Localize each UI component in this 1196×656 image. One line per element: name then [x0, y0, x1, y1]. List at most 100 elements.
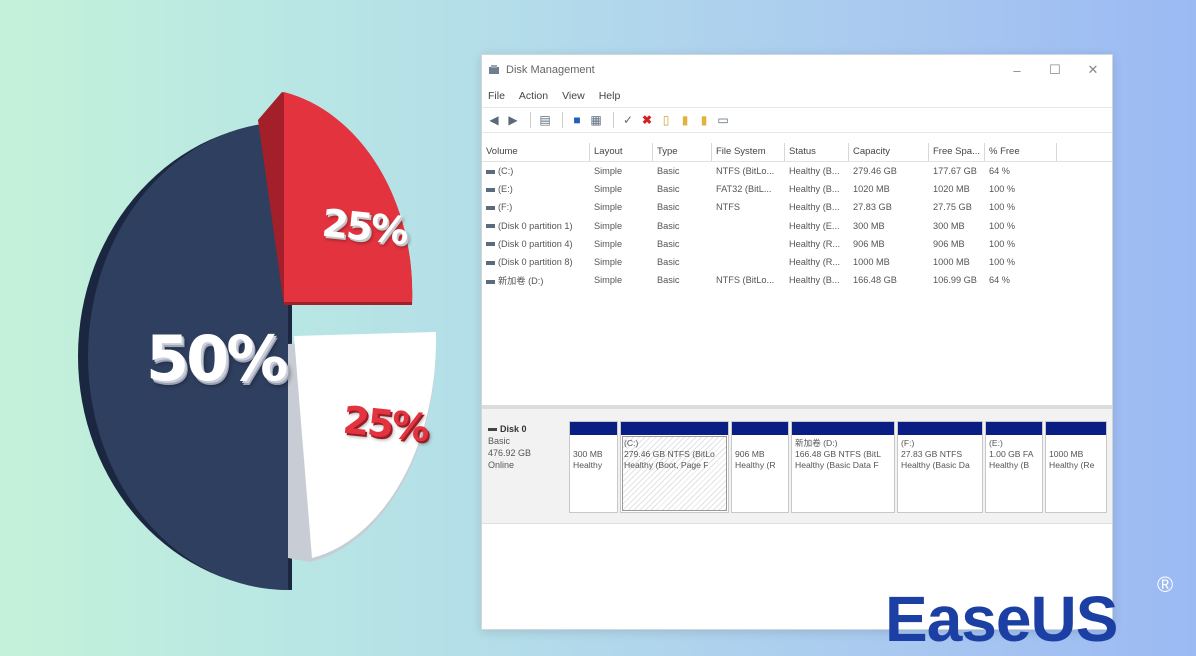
cell-type: Basic	[657, 238, 680, 249]
delete-icon[interactable]: ✖	[639, 112, 655, 128]
cell-layout: Simple	[594, 184, 623, 195]
partition-box[interactable]: 新加卷 (D:) 166.48 GB NTFS (BitL Healthy (Bas…	[791, 421, 895, 513]
cell-percent-free: 64 %	[989, 166, 1010, 177]
disk-management-icon	[489, 65, 499, 74]
document-icon[interactable]: ▯	[658, 112, 674, 128]
minimize-button[interactable]: –	[998, 63, 1036, 78]
table-row[interactable]: (C:) Simple Basic NTFS (BitLo... Healthy (B.…	[482, 162, 1112, 180]
cell-status: Healthy (R...	[789, 257, 841, 268]
col-layout[interactable]: Layout	[590, 143, 653, 161]
back-icon[interactable]: ◀	[486, 112, 502, 128]
partition-color-bar	[732, 422, 788, 435]
menu-help[interactable]: Help	[599, 90, 621, 102]
cell-file-system: NTFS (BitLo...	[716, 166, 775, 177]
partition-line2: Healthy (Basic Da	[901, 460, 970, 470]
partition-box[interactable]: 906 MB Healthy (R	[731, 421, 789, 513]
cell-capacity: 1000 MB	[853, 257, 890, 268]
table-row[interactable]: (Disk 0 partition 1) Simple Basic Healthy (…	[482, 217, 1112, 235]
cell-file-system: FAT32 (BitL...	[716, 184, 772, 195]
cell-percent-free: 100 %	[989, 238, 1016, 249]
disk-icon	[488, 428, 497, 432]
col-free-space[interactable]: Free Spa...	[929, 143, 985, 161]
col-capacity[interactable]: Capacity	[849, 143, 929, 161]
partition-color-bar	[570, 422, 617, 435]
table-row[interactable]: 新加卷 (D:) Simple Basic NTFS (BitLo... Healthy…	[482, 271, 1112, 289]
pie-label-50: 50%	[146, 322, 288, 395]
toolbar: ◀ ▶ ▤ ■ ▦ ✓ ✖ ▯ ▮ ▮ ▭	[482, 107, 1112, 133]
grid-icon[interactable]: ▦	[588, 112, 604, 128]
menu-view[interactable]: View	[562, 90, 585, 102]
partition-box[interactable]: (E:) 1.00 GB FA Healthy (B	[985, 421, 1043, 513]
partition-box[interactable]: (F:) 27.83 GB NTFS Healthy (Basic Da	[897, 421, 983, 513]
partition-line1: 279.46 GB NTFS (BitLo	[624, 449, 715, 459]
pie-slice-25-red	[284, 92, 413, 302]
cell-type: Basic	[657, 184, 680, 195]
pie-label-25-red: 25%	[319, 200, 410, 254]
cell-free-space: 106.99 GB	[933, 275, 977, 286]
pie-label-25-white: 25%	[340, 397, 431, 451]
window-title: Disk Management	[506, 64, 595, 76]
col-percent-free[interactable]: % Free	[985, 143, 1057, 161]
cell-volume: (C:)	[498, 166, 514, 177]
volume-table-header: Volume Layout Type File System Status Ca…	[482, 143, 1112, 162]
folder-search-icon[interactable]: ▮	[677, 112, 693, 128]
cell-capacity: 906 MB	[853, 238, 885, 249]
maximize-button[interactable]: ☐	[1036, 62, 1074, 78]
partition-line2: Healthy (R	[735, 460, 776, 470]
list-view-icon[interactable]: ▤	[537, 112, 553, 128]
cell-volume: (Disk 0 partition 4)	[498, 238, 573, 249]
col-type[interactable]: Type	[653, 143, 712, 161]
partition-color-bar	[792, 422, 894, 435]
cell-layout: Simple	[594, 238, 623, 249]
disk-0-info[interactable]: Disk 0 Basic 476.92 GB Online	[488, 423, 531, 471]
partition-line1: 1000 MB	[1049, 449, 1084, 459]
partition-box[interactable]: 300 MB Healthy	[569, 421, 618, 513]
cell-free-space: 27.75 GB	[933, 202, 972, 213]
partition-title: (E:)	[989, 438, 1003, 448]
cell-free-space: 1020 MB	[933, 184, 970, 195]
cell-status: Healthy (R...	[789, 238, 841, 249]
disk-type: Basic	[488, 436, 511, 446]
cell-capacity: 279.46 GB	[853, 166, 897, 177]
partition-line2: Healthy	[573, 460, 603, 470]
partition-title: (C:)	[624, 438, 639, 448]
close-button[interactable]: ✕	[1074, 62, 1112, 78]
cell-volume: (E:)	[498, 184, 513, 195]
volume-icon	[486, 242, 495, 247]
partition-line1: 300 MB	[573, 449, 603, 459]
partition-box[interactable]: (C:) 279.46 GB NTFS (BitLo Healthy (Boot, …	[620, 421, 729, 513]
col-volume[interactable]: Volume	[482, 143, 590, 161]
checkmark-icon[interactable]: ✓	[620, 112, 636, 128]
table-row[interactable]: (E:) Simple Basic FAT32 (BitL... Healthy (B.…	[482, 180, 1112, 198]
table-row[interactable]: (F:) Simple Basic NTFS Healthy (B... 27.83 GB…	[482, 198, 1112, 216]
partition-color-bar	[898, 422, 982, 435]
col-status[interactable]: Status	[785, 143, 849, 161]
window-icon[interactable]: ▭	[715, 112, 731, 128]
table-row[interactable]: (Disk 0 partition 4) Simple Basic Healthy (…	[482, 235, 1112, 253]
cell-layout: Simple	[594, 202, 623, 213]
partition-color-bar	[1046, 422, 1106, 435]
forward-icon[interactable]: ▶	[505, 112, 521, 128]
partition-line2: Healthy (B	[989, 460, 1030, 470]
partition-box[interactable]: 1000 MB Healthy (Re	[1045, 421, 1107, 513]
cell-free-space: 177.67 GB	[933, 166, 977, 177]
table-row[interactable]: (Disk 0 partition 8) Simple Basic Healthy (…	[482, 253, 1112, 271]
menu-action[interactable]: Action	[519, 90, 548, 102]
menu-file[interactable]: File	[488, 90, 505, 102]
folder-icon[interactable]: ▮	[696, 112, 712, 128]
cell-status: Healthy (E...	[789, 220, 840, 231]
partition-line1: 1.00 GB FA	[989, 449, 1034, 459]
col-file-system[interactable]: File System	[712, 143, 785, 161]
partition-title	[735, 438, 785, 449]
cell-layout: Simple	[594, 166, 623, 177]
logo-text: EaseUS	[885, 583, 1118, 655]
partition-line1: 906 MB	[735, 449, 765, 459]
disk-state: Online	[488, 460, 515, 470]
cell-status: Healthy (B...	[789, 166, 840, 177]
cell-capacity: 300 MB	[853, 220, 885, 231]
cell-free-space: 906 MB	[933, 238, 965, 249]
cell-percent-free: 100 %	[989, 257, 1016, 268]
partition-title: (F:)	[901, 438, 915, 448]
cell-capacity: 166.48 GB	[853, 275, 897, 286]
properties-icon[interactable]: ■	[569, 112, 585, 128]
